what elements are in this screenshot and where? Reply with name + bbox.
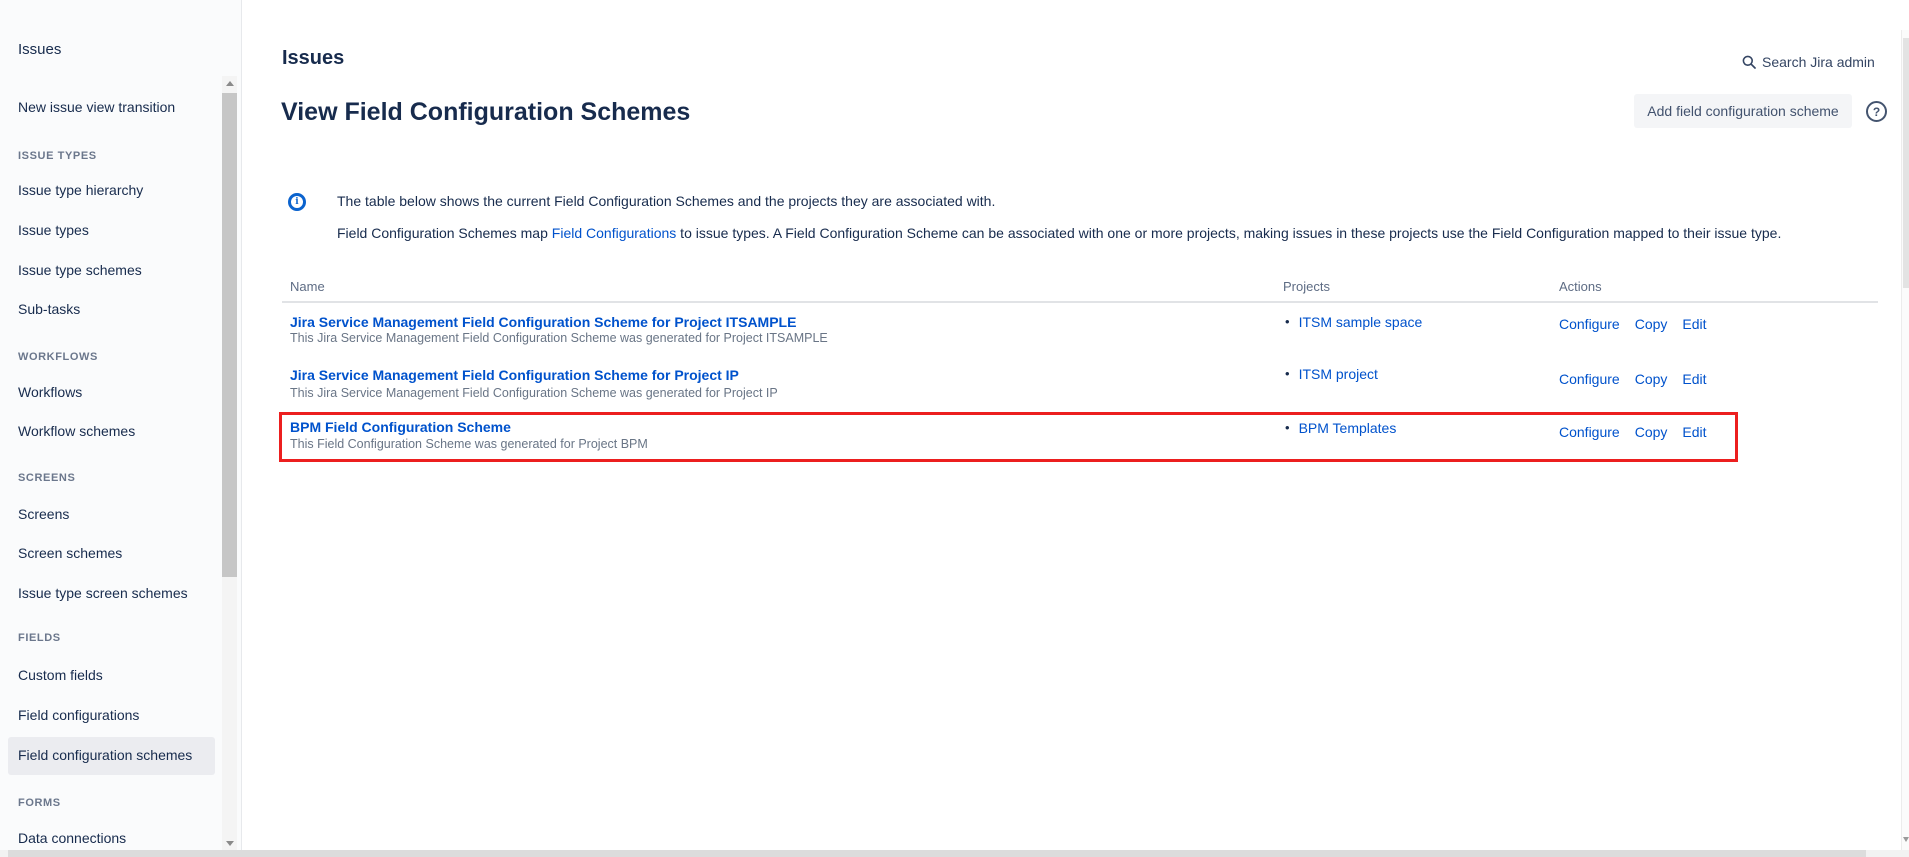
scrollbar-down-icon[interactable] (226, 841, 234, 846)
edit-link[interactable]: Edit (1682, 424, 1706, 440)
table-cell-actions: Configure Copy Edit (1559, 371, 1722, 387)
sidebar-item-data-connections[interactable]: Data connections (18, 829, 126, 847)
info-text-line1: The table below shows the current Field … (337, 193, 995, 209)
info-line2-after: to issue types. A Field Configuration Sc… (676, 225, 1781, 241)
search-label: Search Jira admin (1762, 54, 1875, 70)
scrollbar-up-icon[interactable] (226, 81, 234, 86)
column-header-projects: Projects (1283, 279, 1330, 294)
bullet-icon: • (1285, 366, 1290, 381)
edit-link[interactable]: Edit (1682, 316, 1706, 332)
page-title: View Field Configuration Schemes (281, 98, 690, 127)
project-link[interactable]: ITSM sample space (1299, 314, 1423, 330)
sidebar-item-issue-types[interactable]: Issue types (18, 221, 89, 239)
info-line2-before: Field Configuration Schemes map (337, 225, 552, 241)
sidebar-section-screens: SCREENS (18, 471, 75, 485)
search-jira-admin[interactable]: Search Jira admin (1742, 54, 1875, 70)
configure-link[interactable]: Configure (1559, 371, 1620, 387)
sidebar-item-issue-type-hierarchy[interactable]: Issue type hierarchy (18, 181, 143, 199)
sidebar-scrollbar-thumb[interactable] (222, 93, 237, 577)
scheme-name-link[interactable]: Jira Service Management Field Configurat… (290, 314, 796, 330)
scheme-name-link[interactable]: BPM Field Configuration Scheme (290, 419, 511, 435)
sidebar-title: Issues (18, 41, 61, 58)
configure-link[interactable]: Configure (1559, 316, 1620, 332)
sidebar-section-workflows: WORKFLOWS (18, 350, 98, 364)
edit-link[interactable]: Edit (1682, 371, 1706, 387)
table-cell-actions: Configure Copy Edit (1559, 424, 1722, 440)
sidebar-item-issue-type-screen-schemes[interactable]: Issue type screen schemes (18, 584, 188, 602)
sidebar-item-workflow-schemes[interactable]: Workflow schemes (18, 422, 135, 440)
project-link[interactable]: ITSM project (1299, 366, 1378, 382)
sidebar-item-field-configuration-schemes[interactable]: Field configuration schemes (18, 746, 192, 764)
sidebar-item-workflows[interactable]: Workflows (18, 383, 82, 401)
sidebar-item-custom-fields[interactable]: Custom fields (18, 666, 103, 684)
table-cell-actions: Configure Copy Edit (1559, 316, 1722, 332)
bullet-icon: • (1285, 314, 1290, 329)
info-text-line2: Field Configuration Schemes map Field Co… (337, 225, 1781, 241)
table-cell-projects: • ITSM project (1285, 366, 1378, 382)
add-field-configuration-scheme-button[interactable]: Add field configuration scheme (1634, 94, 1852, 128)
scrollbar-down-icon[interactable] (1903, 837, 1909, 842)
sidebar-scrollbar[interactable] (222, 76, 237, 851)
info-icon: i (288, 193, 306, 211)
configure-link[interactable]: Configure (1559, 424, 1620, 440)
sidebar-section-fields: FIELDS (18, 631, 61, 645)
scheme-description: This Field Configuration Scheme was gene… (290, 437, 648, 451)
table-header-divider (282, 301, 1878, 303)
scheme-name-link[interactable]: Jira Service Management Field Configurat… (290, 367, 739, 383)
table-cell-projects: • BPM Templates (1285, 420, 1396, 436)
sidebar-item-screen-schemes[interactable]: Screen schemes (18, 544, 122, 562)
table-cell-projects: • ITSM sample space (1285, 314, 1422, 330)
search-icon (1742, 55, 1756, 69)
copy-link[interactable]: Copy (1635, 371, 1668, 387)
sidebar-item-field-configurations[interactable]: Field configurations (18, 706, 139, 724)
horizontal-scrollbar[interactable] (0, 850, 1909, 857)
scheme-description: This Jira Service Management Field Confi… (290, 386, 778, 400)
copy-link[interactable]: Copy (1635, 424, 1668, 440)
scheme-description: This Jira Service Management Field Confi… (290, 331, 828, 345)
admin-sidebar: Issues New issue view transition ISSUE T… (0, 0, 242, 857)
sidebar-item-screens[interactable]: Screens (18, 505, 69, 523)
bullet-icon: • (1285, 420, 1290, 435)
project-link[interactable]: BPM Templates (1299, 420, 1397, 436)
column-header-actions: Actions (1559, 279, 1602, 294)
field-configurations-link[interactable]: Field Configurations (552, 225, 677, 241)
breadcrumb-section-heading: Issues (282, 47, 344, 70)
vertical-scrollbar-thumb[interactable] (1903, 38, 1909, 288)
sidebar-item-new-issue-view-transition[interactable]: New issue view transition (18, 98, 175, 116)
app-root: Issues New issue view transition ISSUE T… (0, 0, 1909, 857)
copy-link[interactable]: Copy (1635, 316, 1668, 332)
sidebar-section-issue-types: ISSUE TYPES (18, 149, 97, 163)
column-header-name: Name (290, 279, 325, 294)
sidebar-section-forms: FORMS (18, 796, 61, 810)
sidebar-item-issue-type-schemes[interactable]: Issue type schemes (18, 261, 142, 279)
help-icon[interactable]: ? (1866, 101, 1887, 122)
horizontal-scrollbar-thumb[interactable] (8, 850, 1866, 857)
sidebar-item-sub-tasks[interactable]: Sub-tasks (18, 300, 80, 318)
vertical-scrollbar[interactable] (1901, 30, 1909, 850)
